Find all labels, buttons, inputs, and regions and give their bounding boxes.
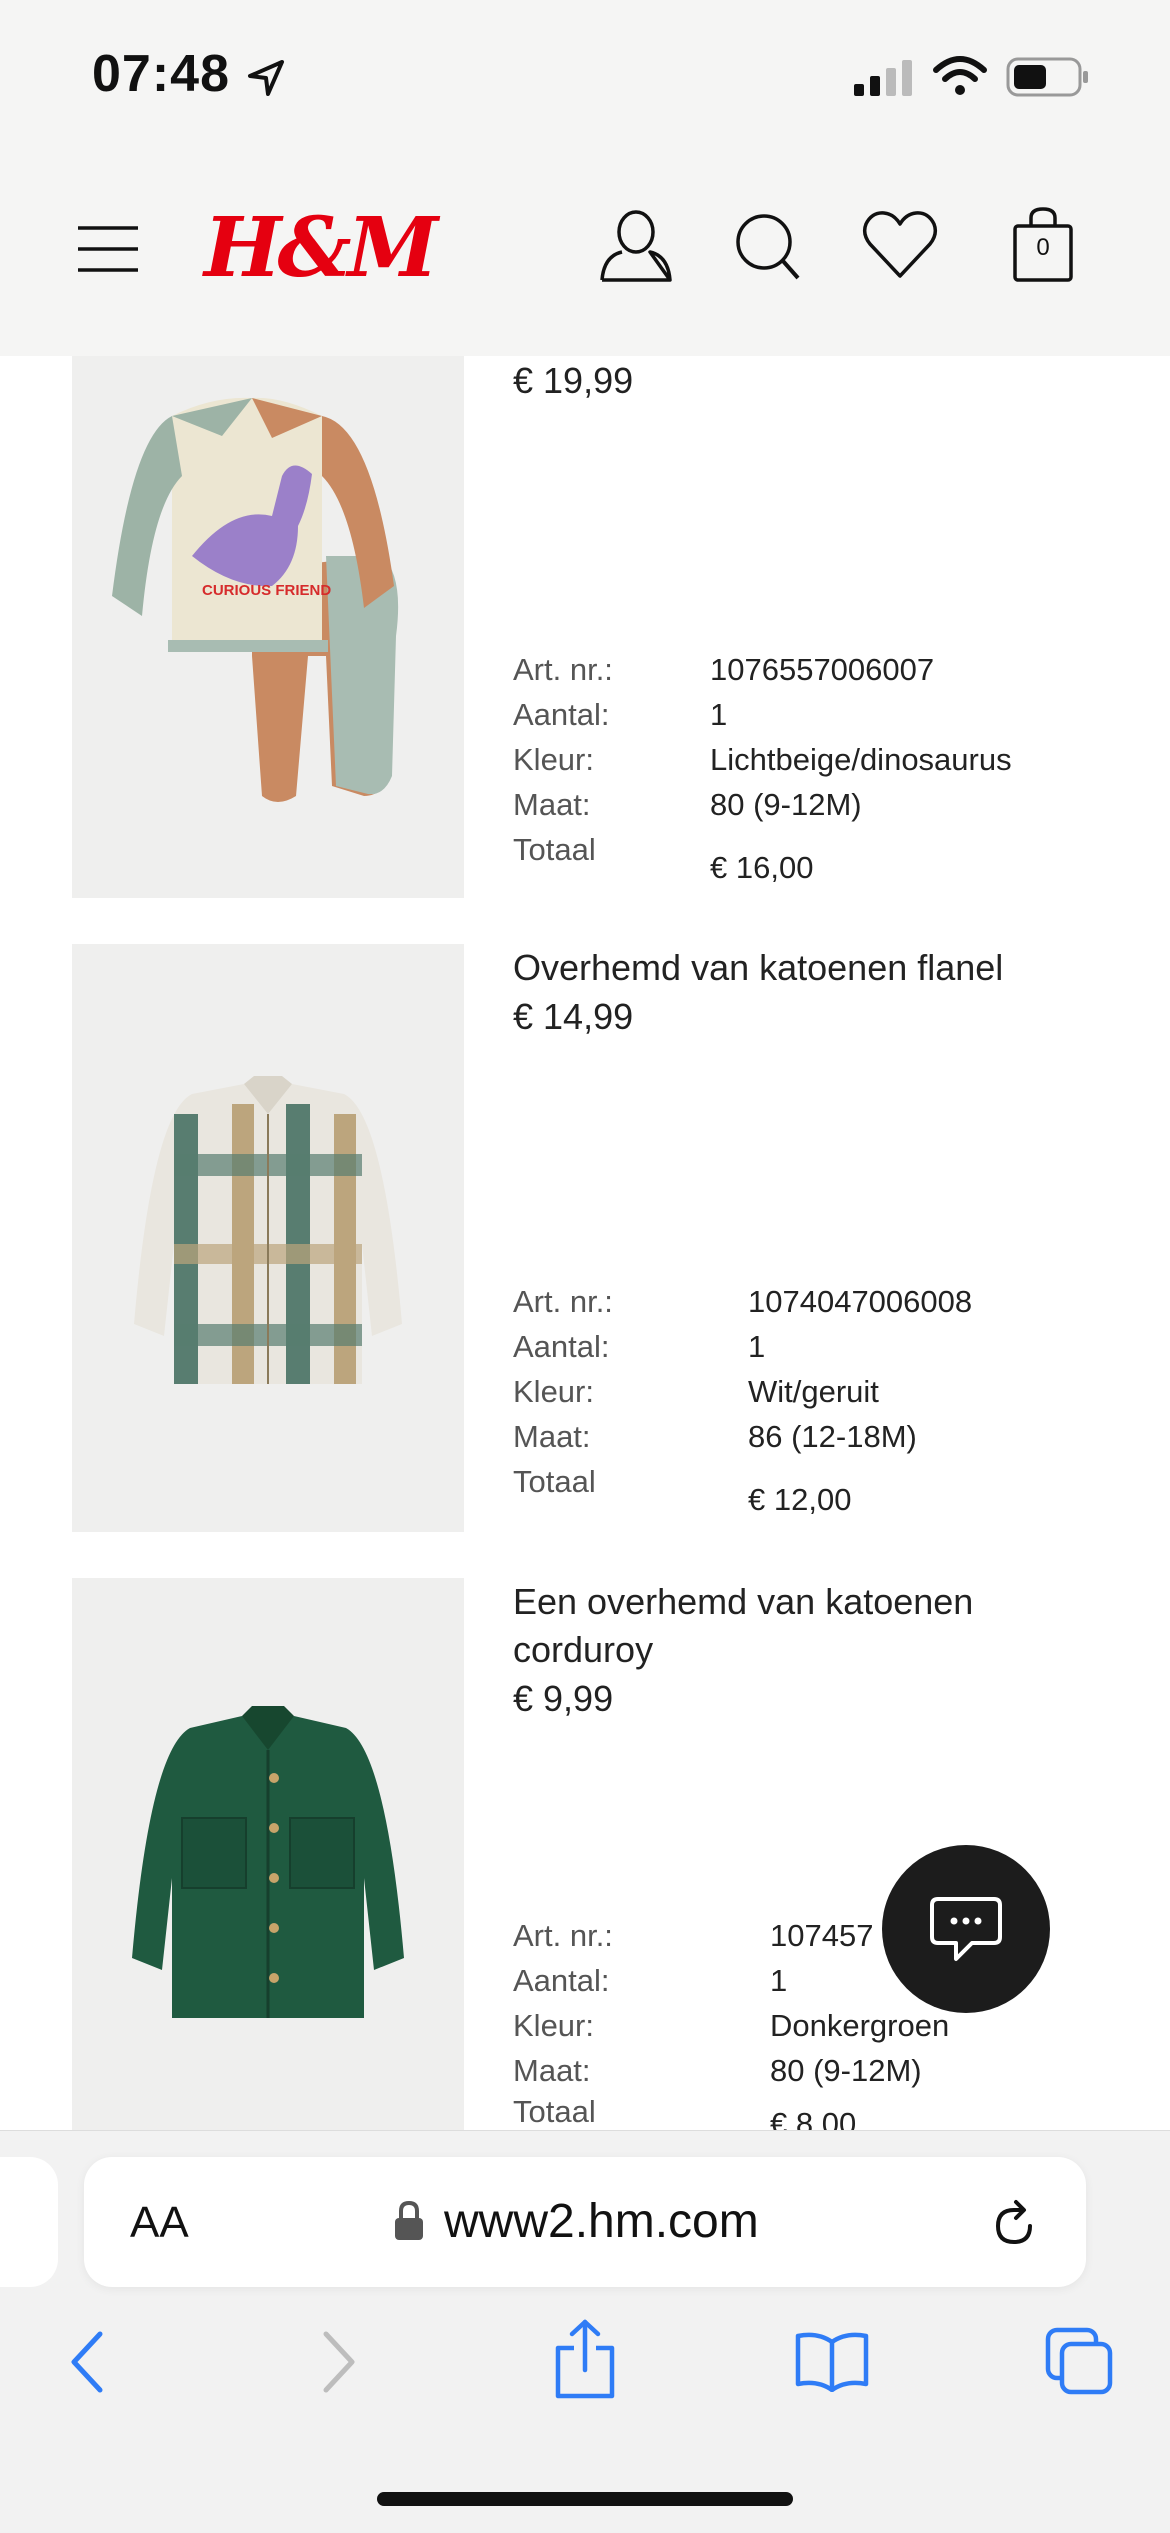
detail-label-size: Maat: [513,1419,591,1454]
share-icon[interactable] [552,2318,618,2400]
location-arrow-icon [248,60,284,96]
chat-bubble-icon [930,1897,1002,1961]
detail-value-article: 107457 [770,1918,874,1953]
detail-value-color: Lichtbeige/dinosaurus [710,742,1012,777]
product-name[interactable]: Een overhemd van katoenen corduroy [513,1578,1093,1674]
previous-tab-peek[interactable] [0,2157,58,2287]
detail-value-total: € 16,00 [710,850,814,885]
product-price: € 19,99 [513,360,634,401]
detail-label-color: Kleur: [513,742,594,777]
battery-icon [1006,57,1088,97]
detail-label-article: Art. nr.: [513,1918,613,1953]
detail-value-article: 1076557006007 [710,652,935,687]
text-size-button[interactable]: AA [130,2198,189,2248]
detail-label-quantity: Aantal: [513,1329,610,1364]
heart-favorites-icon[interactable] [862,210,938,280]
detail-value-article: 1074047006008 [748,1284,973,1319]
product-name[interactable]: Overhemd van katoenen flanel [513,944,1093,992]
cellular-signal-icon [854,60,912,96]
product-image[interactable] [72,1578,464,2138]
detail-label-color: Kleur: [513,2008,594,2043]
reload-icon[interactable] [990,2198,1038,2248]
detail-value-quantity: 1 [710,697,728,732]
detail-label-total: Totaal [513,1464,596,1499]
home-indicator [377,2492,793,2506]
wifi-icon [933,56,987,95]
detail-label-article: Art. nr.: [513,1284,613,1319]
back-icon[interactable] [66,2330,106,2394]
search-icon[interactable] [734,212,802,282]
hm-logo[interactable]: H&M [204,200,438,296]
status-time: 07:48 [92,45,230,103]
detail-label-quantity: Aantal: [513,1963,610,1998]
detail-label-color: Kleur: [513,1374,594,1409]
detail-value-color: Wit/geruit [748,1374,879,1409]
detail-value-quantity: 1 [770,1963,788,1998]
detail-label-size: Maat: [513,2053,591,2088]
forward-icon[interactable] [320,2330,360,2394]
lock-icon [395,2200,423,2240]
detail-value-total: € 12,00 [748,1482,852,1517]
chat-button[interactable] [882,1845,1050,2013]
detail-label-total: Totaal [513,2094,596,2129]
product-image[interactable]: CURIOUS FRIEND [72,356,464,898]
detail-label-article: Art. nr.: [513,652,613,687]
product-price: € 9,99 [513,1678,614,1719]
product-price: € 14,99 [513,996,634,1037]
product-image-print-text: CURIOUS FRIEND [202,582,332,599]
hamburger-menu-icon[interactable] [76,224,140,274]
detail-value-size: 80 (9-12M) [710,787,862,822]
account-icon[interactable] [598,208,674,284]
detail-value-size: 80 (9-12M) [770,2053,922,2088]
detail-value-size: 86 (12-18M) [748,1419,917,1454]
cart-count: 0 [1036,234,1050,261]
tabs-icon[interactable] [1044,2326,1114,2396]
bookmarks-icon[interactable] [794,2330,870,2392]
detail-label-size: Maat: [513,787,591,822]
detail-value-color: Donkergroen [770,2008,950,2043]
detail-label-quantity: Aantal: [513,697,610,732]
product-image[interactable] [72,944,464,1532]
url-text[interactable]: www2.hm.com [444,2194,759,2249]
detail-label-total: Totaal [513,832,596,867]
site-header [0,150,1170,356]
detail-value-quantity: 1 [748,1329,766,1364]
